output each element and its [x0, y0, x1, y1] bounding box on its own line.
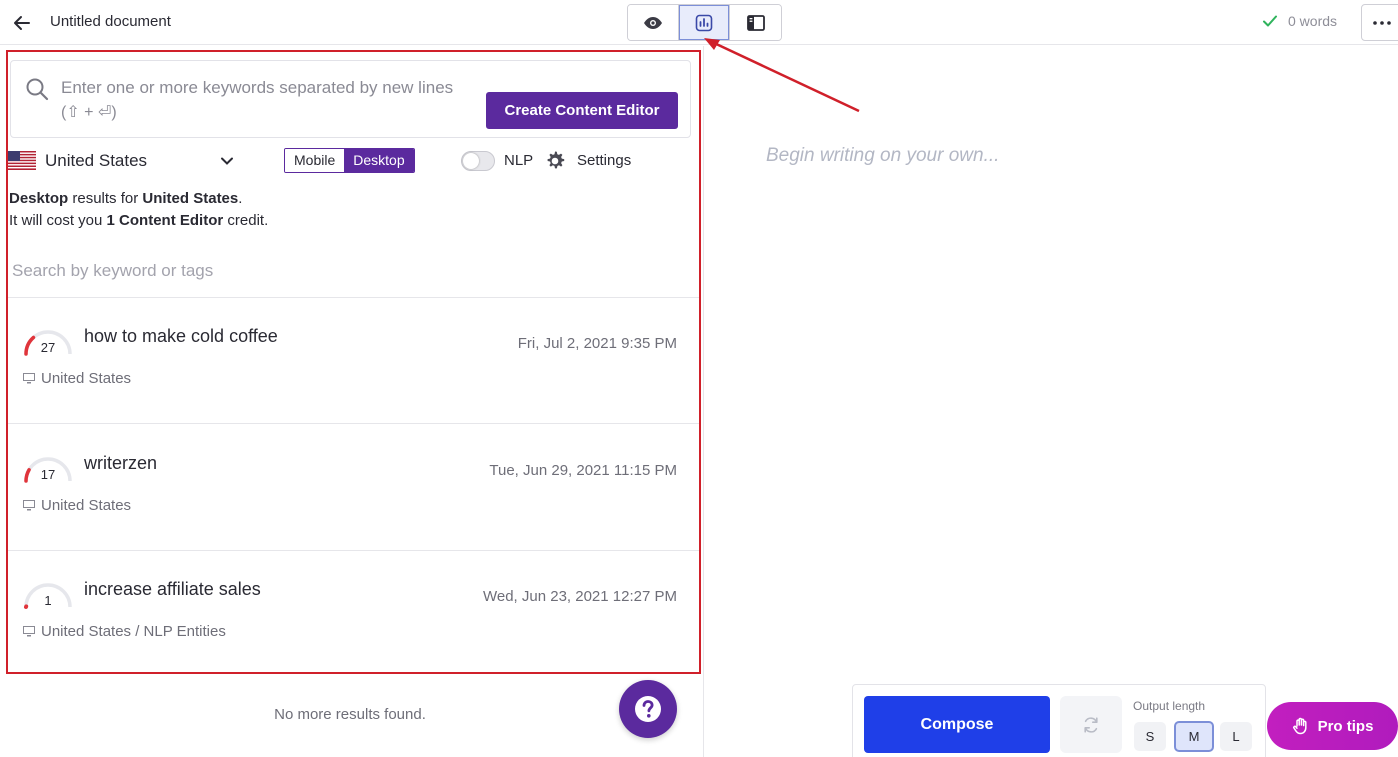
pro-tips-button[interactable]: Pro tips: [1267, 702, 1398, 750]
score-value: 1: [44, 593, 52, 608]
document-title[interactable]: Untitled document: [50, 13, 171, 30]
keyword-search-card: Enter one or more keywords separated by …: [10, 60, 691, 138]
help-button[interactable]: [619, 680, 677, 738]
desktop-icon: [23, 500, 35, 511]
desktop-icon: [23, 373, 35, 384]
nlp-toggle[interactable]: [461, 151, 495, 171]
more-options-button[interactable]: [1361, 4, 1398, 41]
device-toggle: Mobile Desktop: [284, 148, 415, 173]
result-date: Wed, Jun 23, 2021 12:27 PM: [482, 588, 677, 605]
result-meta: United States: [23, 497, 131, 514]
keywords-shortcut-hint: (⇧ + ⏎): [61, 104, 117, 121]
nlp-toggle-knob: [463, 153, 479, 169]
score-value: 27: [40, 340, 56, 355]
arrow-left-icon: [14, 16, 30, 30]
refresh-icon: [1084, 716, 1098, 733]
sidebar-layout-icon: [746, 14, 765, 31]
editor-placeholder[interactable]: Begin writing on your own...: [766, 145, 999, 167]
result-location: United States: [41, 370, 132, 387]
result-item[interactable]: 17 writerzen Tue, Jun 29, 2021 11:15 PM …: [8, 425, 699, 551]
length-large-button[interactable]: L: [1220, 722, 1252, 751]
keywords-input[interactable]: Enter one or more keywords separated by …: [61, 75, 471, 125]
hand-icon: [1292, 717, 1307, 735]
country-select[interactable]: United States: [45, 151, 147, 171]
pro-tips-label: Pro tips: [1317, 717, 1374, 735]
result-location: United States: [41, 497, 132, 514]
us-flag-icon: [8, 151, 36, 170]
gear-icon[interactable]: [543, 149, 567, 178]
save-status: 0 words: [1262, 13, 1337, 29]
no-more-results: No more results found.: [274, 706, 426, 723]
question-mark-icon: [635, 696, 661, 722]
result-item[interactable]: 27 how to make cold coffee Fri, Jul 2, 2…: [8, 298, 699, 424]
annotation-arrow: [704, 38, 860, 113]
nlp-label: NLP: [504, 152, 534, 169]
create-content-editor-button[interactable]: Create Content Editor: [486, 92, 678, 129]
output-length-label: Output length: [1133, 699, 1206, 713]
result-title: how to make cold coffee: [84, 326, 278, 346]
check-icon: [1263, 15, 1277, 27]
search-icon: [25, 77, 49, 106]
chevron-down-icon[interactable]: [220, 153, 234, 171]
options-row: United States Mobile Desktop NLP Setting…: [8, 147, 698, 175]
back-button[interactable]: [8, 9, 36, 37]
device-mobile-option[interactable]: Mobile: [285, 149, 345, 172]
compose-button[interactable]: Compose: [864, 696, 1050, 753]
score-value: 17: [40, 467, 56, 482]
length-small-button[interactable]: S: [1134, 722, 1166, 751]
content-editor-icon: [695, 14, 713, 31]
more-horizontal-icon: [1373, 20, 1391, 25]
regenerate-button[interactable]: [1060, 696, 1122, 753]
result-title: writerzen: [84, 453, 158, 473]
result-meta: United States / NLP Entities: [23, 623, 226, 640]
filter-search-input[interactable]: [12, 258, 682, 284]
result-item[interactable]: 1 increase affiliate sales Wed, Jun 23, …: [8, 551, 699, 677]
eye-icon: [644, 16, 662, 29]
length-medium-button[interactable]: M: [1174, 721, 1214, 752]
keywords-placeholder: Enter one or more keywords separated by …: [61, 78, 454, 97]
credit-info-line: It will cost you 1 Content Editor credit…: [9, 212, 269, 229]
desktop-icon: [23, 626, 35, 637]
result-date: Tue, Jun 29, 2021 11:15 PM: [489, 462, 677, 479]
results-info-line: Desktop results for United States.: [9, 190, 243, 207]
preview-button[interactable]: [628, 5, 679, 40]
word-count: 0 words: [1288, 13, 1338, 29]
result-meta: United States: [23, 370, 131, 387]
result-date: Fri, Jul 2, 2021 9:35 PM: [517, 335, 677, 352]
device-desktop-option[interactable]: Desktop: [344, 149, 414, 172]
compose-panel: Compose Output length S M L: [852, 684, 1266, 757]
settings-link[interactable]: Settings: [577, 152, 631, 169]
result-title: increase affiliate sales: [84, 579, 261, 599]
cost-info: Desktop results for United States. It wi…: [9, 188, 268, 232]
result-location: United States / NLP Entities: [41, 623, 226, 640]
